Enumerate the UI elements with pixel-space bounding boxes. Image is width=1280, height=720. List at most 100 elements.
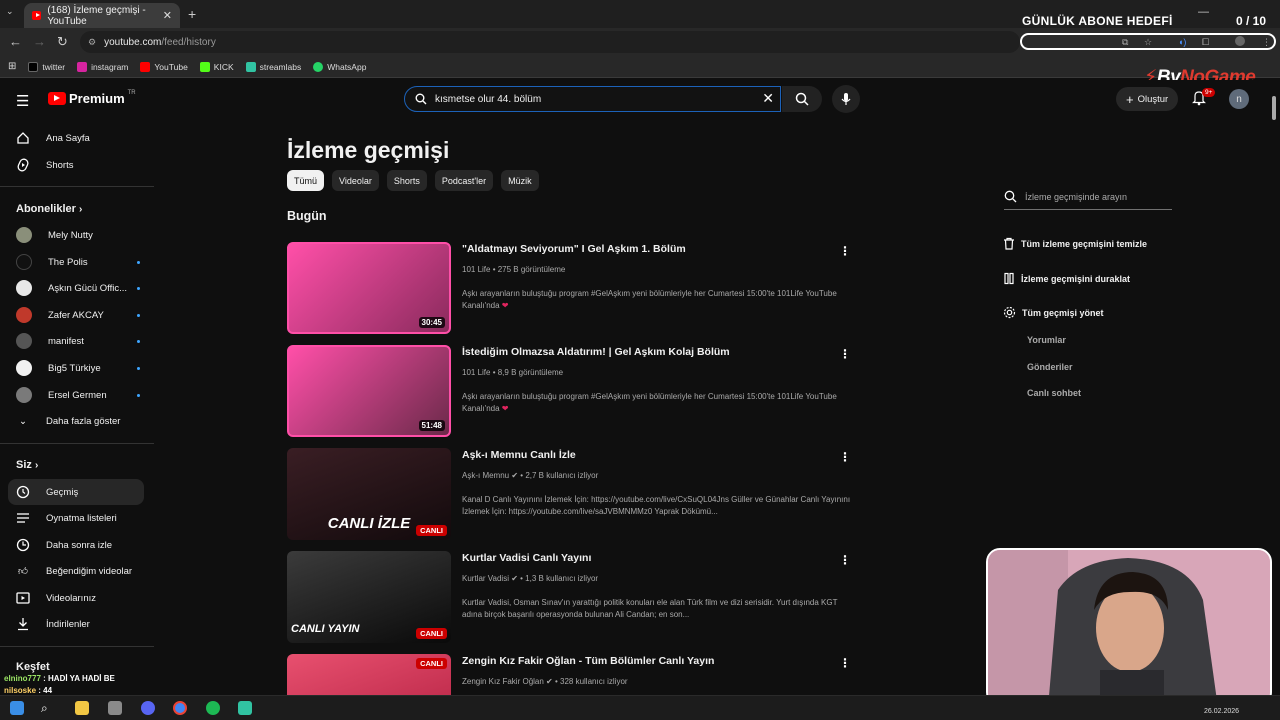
more-actions-icon[interactable]: ⋮ <box>839 244 851 258</box>
channel-name[interactable]: Aşk-ı Memnu <box>462 471 509 480</box>
start-menu-icon[interactable] <box>10 701 24 715</box>
video-thumbnail[interactable]: CANLI YAYIN CANLI <box>287 551 451 643</box>
sidebar-item-subscription[interactable]: Big5 Türkiye <box>8 355 144 381</box>
history-video-item[interactable]: CANLI YAYIN CANLI Kurtlar Vadisi Canlı Y… <box>287 551 852 643</box>
channel-name[interactable]: Zengin Kız Fakir Oğlan <box>462 677 544 686</box>
account-avatar[interactable]: n <box>1229 89 1249 109</box>
chip-music[interactable]: Müzik <box>501 170 539 191</box>
verified-icon: ✔ <box>511 471 519 480</box>
sidebar-item-subscription[interactable]: The Polis <box>8 249 144 275</box>
channel-name[interactable]: 101 Life <box>462 265 490 274</box>
home-icon <box>16 131 30 145</box>
you-heading[interactable]: Siz › <box>16 459 38 471</box>
page-title: İzleme geçmişi <box>287 137 450 163</box>
sidebar-item-subscription[interactable]: manifest <box>8 328 144 354</box>
bookmark-youtube[interactable]: YouTube <box>140 61 188 72</box>
streamlabs-icon[interactable] <box>238 701 252 715</box>
chip-shorts[interactable]: Shorts <box>386 170 427 191</box>
more-actions-icon[interactable]: ⋮ <box>839 656 851 670</box>
sidebar-item-watch-later[interactable]: Daha sonra izle <box>8 532 144 558</box>
sidebar-item-liked-videos[interactable]: 👍︎ Beğendiğim videolar <box>8 558 144 584</box>
sidebar-item-subscription[interactable]: Aşkın Gücü Offic... <box>8 275 144 301</box>
history-video-item[interactable]: 51:48 İstediğim Olmazsa Aldatırım! | Gel… <box>287 345 852 437</box>
clear-search-icon[interactable]: ✕ <box>762 90 774 107</box>
sidebar-item-shorts[interactable]: Shorts <box>8 152 144 178</box>
discord-icon[interactable] <box>141 701 155 715</box>
history-video-item[interactable]: CANLI İZLE CANLI Aşk-ı Memnu Canlı İzle … <box>287 448 852 540</box>
youtube-icon <box>140 61 151 72</box>
sidebar-item-subscription[interactable]: Ersel Germen <box>8 382 144 408</box>
video-title[interactable]: "Aldatmayı Seviyorum" I Gel Aşkım 1. Böl… <box>462 243 842 255</box>
history-video-item[interactable]: CANLI Zengin Kız Fakir Oğlan - Tüm Bölüm… <box>287 654 852 695</box>
voice-search-button[interactable] <box>832 85 860 113</box>
sidebar-item-history[interactable]: Geçmiş <box>8 479 144 505</box>
browser-tab-youtube[interactable]: (168) İzleme geçmişi - YouTube ✕ <box>24 3 180 28</box>
channel-name[interactable]: 101 Life <box>462 368 490 377</box>
forward-icon[interactable]: → <box>33 34 46 49</box>
video-title[interactable]: İstediğim Olmazsa Aldatırım! | Gel Aşkım… <box>462 346 842 358</box>
menu-icon[interactable]: ☰ <box>16 92 29 110</box>
file-explorer-icon[interactable] <box>75 701 89 715</box>
video-thumbnail[interactable]: CANLI <box>287 654 451 695</box>
taskbar-date: 26.02.2026 <box>1204 708 1240 715</box>
video-title[interactable]: Aşk-ı Memnu Canlı İzle <box>462 449 842 461</box>
bookmark-kick[interactable]: KICK <box>199 61 234 72</box>
chip-podcasts[interactable]: Podcast'ler <box>434 170 494 191</box>
manage-history-button[interactable]: Tüm geçmişi yönet <box>1003 306 1104 319</box>
youtube-premium-logo[interactable]: Premium TR <box>48 90 136 106</box>
video-description: Aşkı arayanların buluştuğu program #GelA… <box>462 289 837 310</box>
more-actions-icon[interactable]: ⋮ <box>839 450 851 464</box>
tab-close-icon[interactable]: ✕ <box>163 9 172 22</box>
address-bar[interactable]: ⚙ youtube.com/feed/history <box>80 31 1020 53</box>
new-tab-button[interactable]: + <box>188 6 196 22</box>
channel-name[interactable]: Kurtlar Vadisi <box>462 574 509 583</box>
reload-icon[interactable]: ↻ <box>57 34 68 50</box>
manage-posts-link[interactable]: Gönderiler <box>1027 362 1073 372</box>
microphone-icon <box>841 93 851 105</box>
bookmark-streamlabs[interactable]: streamlabs <box>245 61 301 72</box>
search-icon[interactable]: ⌕ <box>41 701 55 715</box>
manage-comments-link[interactable]: Yorumlar <box>1027 335 1066 345</box>
sidebar-item-your-videos[interactable]: Videolarınız <box>8 585 144 611</box>
chip-videos[interactable]: Videolar <box>332 170 379 191</box>
youtube-logo-icon <box>48 92 66 105</box>
page-scrollbar[interactable] <box>1272 96 1276 120</box>
new-content-dot <box>137 261 140 264</box>
video-thumbnail[interactable]: 51:48 <box>287 345 451 437</box>
chip-all[interactable]: Tümü <box>287 170 325 191</box>
sidebar-item-downloads[interactable]: İndirilenler <box>8 611 144 637</box>
video-title[interactable]: Kurtlar Vadisi Canlı Yayını <box>462 552 842 564</box>
bookmark-twitter[interactable]: twitter <box>28 61 65 72</box>
sidebar-item-home[interactable]: Ana Sayfa <box>8 125 144 151</box>
spotify-icon[interactable] <box>206 701 220 715</box>
more-actions-icon[interactable]: ⋮ <box>839 553 851 567</box>
bookmark-instagram[interactable]: instagram <box>77 61 128 72</box>
manage-live-chat-link[interactable]: Canlı sohbet <box>1027 388 1081 398</box>
history-video-item[interactable]: 30:45 "Aldatmayı Seviyorum" I Gel Aşkım … <box>287 242 852 334</box>
site-info-icon[interactable]: ⚙ <box>88 37 96 48</box>
video-thumbnail[interactable]: CANLI İZLE CANLI <box>287 448 451 540</box>
create-button[interactable]: + Oluştur <box>1116 87 1179 111</box>
subscriber-goal-title: GÜNLÜK ABONE HEDEFİ <box>1022 14 1173 28</box>
app-icon[interactable] <box>108 701 122 715</box>
pause-icon <box>1004 272 1014 285</box>
video-thumbnail[interactable]: 30:45 <box>287 242 451 334</box>
chrome-icon[interactable] <box>173 701 187 715</box>
sidebar-item-playlists[interactable]: Oynatma listeleri <box>8 505 144 531</box>
sidebar-item-subscription[interactable]: Mely Nutty <box>8 222 144 248</box>
subscriptions-heading[interactable]: Abonelikler › <box>16 203 82 215</box>
search-input[interactable]: kısmetse olur 44. bölüm ✕ <box>404 86 781 112</box>
pause-history-button[interactable]: İzleme geçmişini duraklat <box>1003 272 1130 285</box>
search-button[interactable] <box>782 86 822 112</box>
sidebar-show-more[interactable]: ⌄ Daha fazla göster <box>8 408 144 434</box>
back-icon[interactable]: ← <box>9 34 22 49</box>
video-title[interactable]: Zengin Kız Fakir Oğlan - Tüm Bölümler Ca… <box>462 655 842 667</box>
history-search-input[interactable]: İzleme geçmişinde arayın <box>1004 184 1172 210</box>
tab-search-button[interactable]: ⌄ <box>6 6 14 17</box>
apps-grid-icon[interactable]: ⊞ <box>8 61 16 72</box>
clear-history-button[interactable]: Tüm izleme geçmişini temizle <box>1003 237 1147 250</box>
minimize-icon[interactable]: — <box>1198 6 1209 18</box>
more-actions-icon[interactable]: ⋮ <box>839 347 851 361</box>
sidebar-item-subscription[interactable]: Zafer AKCAY <box>8 302 144 328</box>
bookmark-whatsapp[interactable]: WhatsApp <box>313 61 366 72</box>
